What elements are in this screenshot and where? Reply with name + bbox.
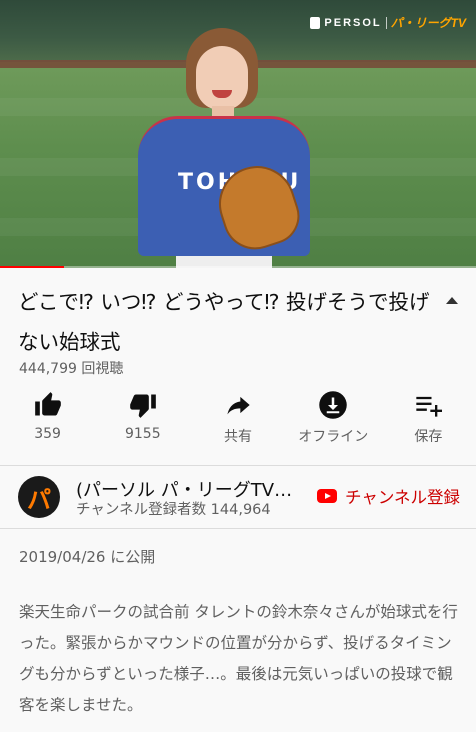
playlist-add-icon (413, 388, 443, 422)
view-count: 444,799 回視聴 (19, 361, 124, 377)
persol-logo-text: PERSOL (324, 16, 382, 29)
share-label: 共有 (224, 429, 252, 445)
dislike-button[interactable]: 9155 (95, 388, 190, 450)
thumbs-up-icon (33, 388, 63, 422)
divider (0, 528, 476, 529)
pitcher-figure: TOHOKU (128, 20, 318, 268)
thumbs-down-icon (128, 388, 158, 422)
video-title: どこで⁉ いつ⁉ どうやって⁉ 投げそうで投げない始球式 (18, 290, 430, 354)
channel-row[interactable]: パ (パーソル パ・リーグTV公式) チャンネル登録者数 144,964 チャン… (0, 466, 476, 526)
video-progress-bar[interactable] (0, 266, 476, 268)
channel-avatar[interactable]: パ (18, 476, 60, 518)
video-progress-fill (0, 266, 65, 268)
save-label: 保存 (414, 429, 443, 445)
video-description: 楽天生命パークの試合前 タレントの鈴木奈々さんが始球式を行った。緊張からかマウン… (19, 603, 458, 714)
collapse-icon[interactable] (446, 297, 458, 304)
youtube-icon (316, 489, 337, 503)
share-icon (222, 388, 254, 422)
subscribe-label: チャンネル登録 (344, 488, 460, 507)
offline-label: オフライン (298, 429, 369, 445)
like-count: 359 (34, 426, 61, 442)
dislike-count: 9155 (124, 426, 161, 442)
subscribe-button[interactable]: チャンネル登録 (316, 484, 460, 508)
like-button[interactable]: 359 (0, 388, 95, 450)
persol-logo-icon (310, 16, 321, 29)
video-title-row[interactable]: どこで⁉ いつ⁉ どうやって⁉ 投げそうで投げない始球式 (18, 282, 458, 362)
publish-date: 2019/04/26 に公開 (19, 548, 156, 566)
offline-button[interactable]: オフライン (286, 388, 381, 450)
save-button[interactable]: 保存 (381, 388, 476, 450)
pacific-league-tv-logo: パ・リーグTV (390, 16, 466, 30)
action-bar: 359 9155 共有 オフライン 保存 (0, 388, 476, 450)
share-button[interactable]: 共有 (190, 388, 285, 450)
download-icon (318, 388, 348, 422)
subscriber-count: チャンネル登録者数 144,964 (76, 502, 271, 518)
avatar-text: パ (27, 486, 51, 514)
broadcast-logo: PERSOL パ・リーグTV (310, 14, 466, 31)
video-player[interactable]: TOHOKU PERSOL パ・リーグTV (0, 0, 476, 268)
